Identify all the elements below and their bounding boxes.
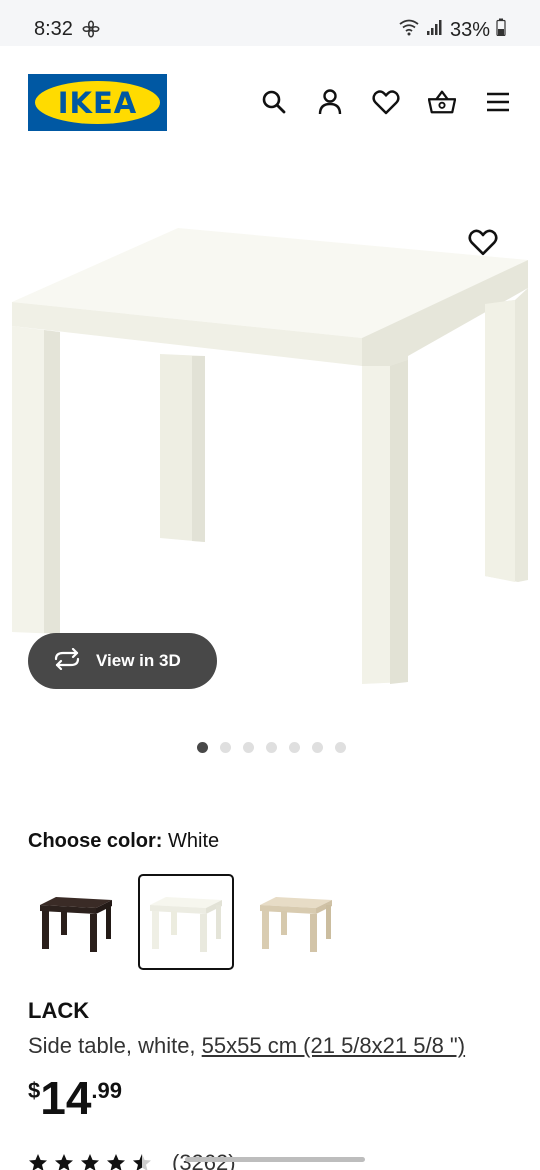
price-decimal: .99: [91, 1078, 123, 1103]
carousel-dot[interactable]: [289, 742, 300, 753]
carousel-dot[interactable]: [312, 742, 323, 753]
header-icons: [260, 88, 512, 116]
fan-icon: [82, 20, 100, 43]
choose-color-label: Choose color: White: [28, 830, 219, 853]
product-name: LACK: [28, 998, 90, 1023]
view-in-3d-button[interactable]: View in 3D: [28, 633, 217, 689]
scroll-indicator: [185, 1157, 365, 1162]
choose-color-title: Choose color:: [28, 830, 163, 852]
product-price: $ 14 .99: [28, 1072, 122, 1124]
ikea-logo[interactable]: IKEA: [28, 74, 167, 131]
carousel-dot[interactable]: [335, 742, 346, 753]
side-table-illustration: [12, 228, 528, 684]
product-type: Side table, white,: [28, 1033, 202, 1058]
favorites-icon[interactable]: [372, 88, 400, 116]
cart-icon[interactable]: [428, 88, 456, 116]
selected-color-name: White: [168, 830, 220, 852]
carousel-dot[interactable]: [197, 742, 208, 753]
battery-text: 33%: [449, 18, 490, 41]
wifi-icon: [398, 18, 420, 42]
view-in-3d-label: View in 3D: [96, 651, 181, 670]
site-header: IKEA: [0, 46, 540, 156]
price-integer: 14: [40, 1072, 92, 1124]
logo-oval: IKEA: [35, 81, 160, 124]
status-time: 8:32: [34, 18, 73, 40]
rotate-3d-icon: [52, 647, 82, 675]
battery-icon: [496, 18, 506, 42]
swatch-white-stained-oak[interactable]: [248, 874, 344, 970]
swatch-white[interactable]: [138, 874, 234, 970]
rating-stars: [28, 1153, 152, 1170]
account-icon[interactable]: [316, 88, 344, 116]
menu-icon[interactable]: [484, 88, 512, 116]
carousel-dots: [197, 742, 346, 753]
status-bar: 8:32 33%: [0, 0, 540, 46]
signal-icon: [426, 18, 444, 42]
carousel-dot[interactable]: [243, 742, 254, 753]
color-swatches: [28, 874, 344, 970]
product-description: Side table, white, 55x55 cm (21 5/8x21 5…: [28, 1033, 465, 1059]
carousel-dot[interactable]: [266, 742, 277, 753]
star-icon: [29, 1154, 47, 1170]
half-star-icon: [133, 1154, 151, 1170]
star-icon: [55, 1154, 73, 1170]
product-dimensions-link[interactable]: 55x55 cm (21 5/8x21 5/8 "): [202, 1033, 465, 1058]
add-to-favorites-icon[interactable]: [468, 228, 498, 258]
search-icon[interactable]: [260, 88, 288, 116]
carousel-dot[interactable]: [220, 742, 231, 753]
star-icon: [81, 1154, 99, 1170]
star-icon: [107, 1154, 125, 1170]
swatch-black-brown[interactable]: [28, 874, 124, 970]
status-right: 33%: [398, 18, 506, 42]
price-currency: $: [28, 1078, 41, 1103]
product-image[interactable]: View in 3D: [0, 156, 540, 716]
logo-text: IKEA: [57, 85, 138, 120]
